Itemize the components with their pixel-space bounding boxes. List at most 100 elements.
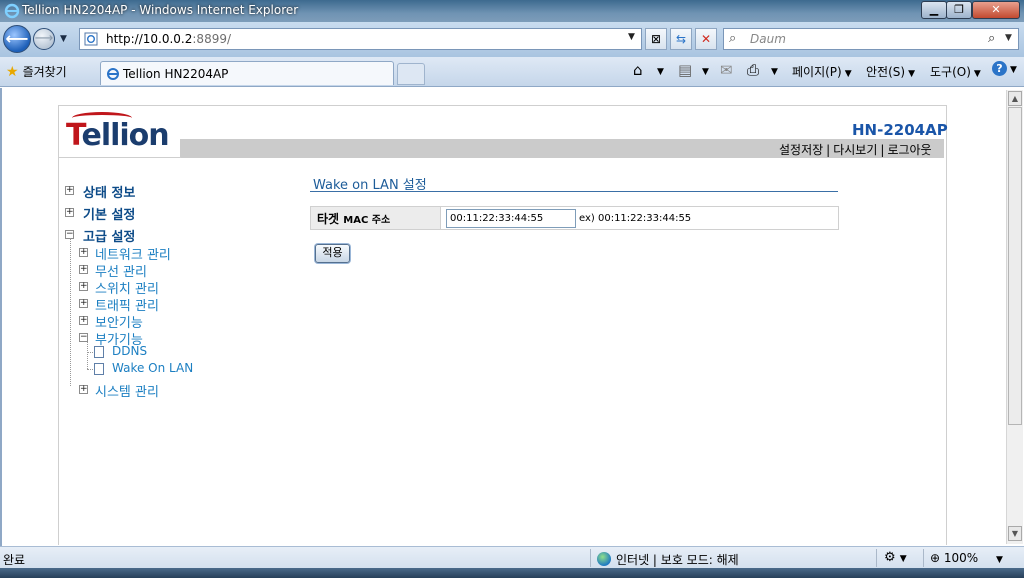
sidebar-item-label: 기본 설정: [83, 208, 136, 223]
reboot-link[interactable]: 다시보기: [833, 143, 877, 157]
compat-icon: ⊠: [650, 32, 662, 46]
header-links: 설정저장 | 다시보기 | 로그아웃: [779, 141, 932, 158]
windows-taskbar: [0, 568, 1024, 578]
print-dropdown-icon[interactable]: ▼: [771, 67, 778, 77]
expand-icon[interactable]: +: [79, 248, 88, 257]
page-frame: [58, 105, 947, 545]
logo-underline: [58, 157, 181, 158]
favorites-button[interactable]: ★ 즐겨찾기: [6, 63, 67, 80]
status-divider: [923, 549, 924, 567]
mac-address-input[interactable]: [446, 209, 576, 228]
refresh-icon: ⇆: [675, 32, 687, 46]
page-icon: [94, 363, 104, 375]
scroll-up-icon[interactable]: ▲: [1008, 91, 1022, 106]
page-menu[interactable]: 페이지(P) ▼: [792, 63, 852, 80]
url-text[interactable]: http://10.0.0.2:8899/: [106, 32, 231, 46]
browser-tab[interactable]: Tellion HN2204AP: [100, 61, 394, 85]
search-placeholder: Daum: [750, 32, 786, 46]
address-bar[interactable]: http://10.0.0.2:8899/ ▼: [79, 28, 642, 50]
link-separator: |: [880, 143, 885, 157]
tab-label: Tellion HN2204AP: [123, 67, 229, 81]
section-divider: [310, 191, 838, 192]
search-icon[interactable]: ⌕: [988, 31, 995, 46]
sidebar-item-label: 시스템 관리: [95, 385, 159, 400]
home-dropdown-icon[interactable]: ▼: [657, 67, 664, 77]
forward-button[interactable]: ⟶: [33, 28, 55, 50]
expand-icon[interactable]: +: [79, 282, 88, 291]
search-box[interactable]: ⌕ Daum ⌕ ▼: [723, 28, 1019, 50]
expand-icon[interactable]: +: [79, 385, 88, 394]
security-zone[interactable]: 인터넷 | 보호 모드: 해제: [597, 551, 739, 568]
scrollbar-thumb[interactable]: [1008, 107, 1022, 425]
expand-icon[interactable]: +: [79, 299, 88, 308]
command-bar: ★ 즐겨찾기 Tellion HN2204AP ⌂ ▼ ▤ ▼ ✉ ⎙ ▼ 페이지…: [0, 57, 1024, 87]
safety-menu-label: 안전(S): [866, 65, 906, 79]
target-mac-label: 타겟 MAC 주소: [317, 210, 390, 227]
scroll-down-icon[interactable]: ▼: [1008, 526, 1022, 541]
field-label-cell: 타겟 MAC 주소: [311, 207, 441, 229]
home-icon[interactable]: ⌂: [633, 61, 643, 79]
tools-menu[interactable]: 도구(O) ▼: [930, 63, 981, 80]
page-icon: [94, 346, 104, 358]
print-icon[interactable]: ⎙: [747, 61, 759, 79]
sidebar-item-label: DDNS: [112, 344, 148, 358]
new-tab-button[interactable]: [397, 63, 425, 85]
mac-address-label: MAC 주소: [343, 215, 391, 226]
collapse-icon[interactable]: −: [79, 333, 88, 342]
link-separator: |: [826, 143, 831, 157]
status-text: 완료: [3, 553, 26, 567]
expand-icon[interactable]: +: [79, 265, 88, 274]
compatibility-view-button[interactable]: ⊠: [645, 28, 667, 50]
safety-menu-caret-icon: ▼: [908, 69, 915, 79]
search-provider-icon: ⌕: [729, 31, 737, 46]
target-label: 타겟: [317, 212, 340, 226]
forward-arrow-icon: ⟶: [34, 31, 54, 46]
model-name: HN-2204AP: [852, 121, 948, 139]
logo-wordmark: Tellion: [66, 118, 170, 153]
page-menu-label: 페이지(P): [792, 65, 842, 79]
expand-icon[interactable]: +: [65, 186, 74, 195]
zone-label: 인터넷 | 보호 모드: 해제: [616, 553, 739, 567]
safety-menu[interactable]: 안전(S) ▼: [866, 63, 915, 80]
feeds-dropdown-icon[interactable]: ▼: [702, 67, 709, 77]
save-settings-link[interactable]: 설정저장: [779, 143, 823, 157]
help-icon: ?: [992, 61, 1007, 76]
close-button[interactable]: ✕: [972, 1, 1020, 19]
sidebar-item-label: Wake On LAN: [112, 361, 194, 375]
feeds-icon[interactable]: ▤: [678, 61, 692, 79]
apply-button[interactable]: 적용: [315, 244, 350, 263]
favorites-label: 즐겨찾기: [22, 65, 67, 79]
sidebar-item-label: 상태 정보: [83, 186, 136, 201]
zoom-level: 100%: [943, 551, 979, 565]
expand-icon[interactable]: +: [65, 208, 74, 217]
maximize-button[interactable]: ❐: [946, 1, 972, 19]
favorites-star-icon: ★: [6, 64, 19, 80]
zoom-dropdown-icon[interactable]: ▼: [996, 555, 1003, 565]
search-dropdown-icon[interactable]: ▼: [1005, 33, 1012, 43]
tools-menu-label: 도구(O): [930, 65, 971, 79]
stop-button[interactable]: ✕: [695, 28, 717, 50]
status-bar: 완료 인터넷 | 보호 모드: 해제 ⚙ ▼ ⊕ 100% ▼: [0, 546, 1024, 568]
logout-link[interactable]: 로그아웃: [887, 143, 931, 157]
zoom-control[interactable]: ⊕ 100% ▼: [930, 551, 1003, 565]
refresh-button[interactable]: ⇆: [670, 28, 692, 50]
ie-logo-icon: [4, 3, 20, 19]
help-menu[interactable]: ? ▼: [992, 61, 1017, 76]
status-divider: [876, 549, 877, 567]
minimize-button[interactable]: ▁: [921, 1, 947, 19]
help-menu-caret-icon: ▼: [1010, 65, 1017, 75]
expand-icon[interactable]: +: [79, 316, 88, 325]
history-dropdown-icon[interactable]: ▼: [60, 34, 70, 44]
url-port: :8899/: [192, 32, 232, 46]
address-dropdown-icon[interactable]: ▼: [628, 32, 635, 42]
page-menu-caret-icon: ▼: [844, 69, 852, 79]
vertical-scrollbar[interactable]: ▲ ▼: [1006, 90, 1023, 544]
tellion-logo: Tellion: [66, 112, 178, 158]
stop-icon: ✕: [700, 32, 712, 46]
mail-icon[interactable]: ✉: [720, 61, 733, 79]
mac-example-text: ex) 00:11:22:33:44:55: [579, 213, 692, 224]
back-button[interactable]: ⟵: [3, 25, 31, 53]
zoom-icon: ⊕: [930, 551, 941, 565]
address-toolbar: ⟵ ⟶ ▼ http://10.0.0.2:8899/ ▼ ⊠ ⇆ ✕ ⌕ Da…: [0, 22, 1024, 57]
protected-mode-icon[interactable]: ⚙ ▼: [884, 550, 907, 565]
